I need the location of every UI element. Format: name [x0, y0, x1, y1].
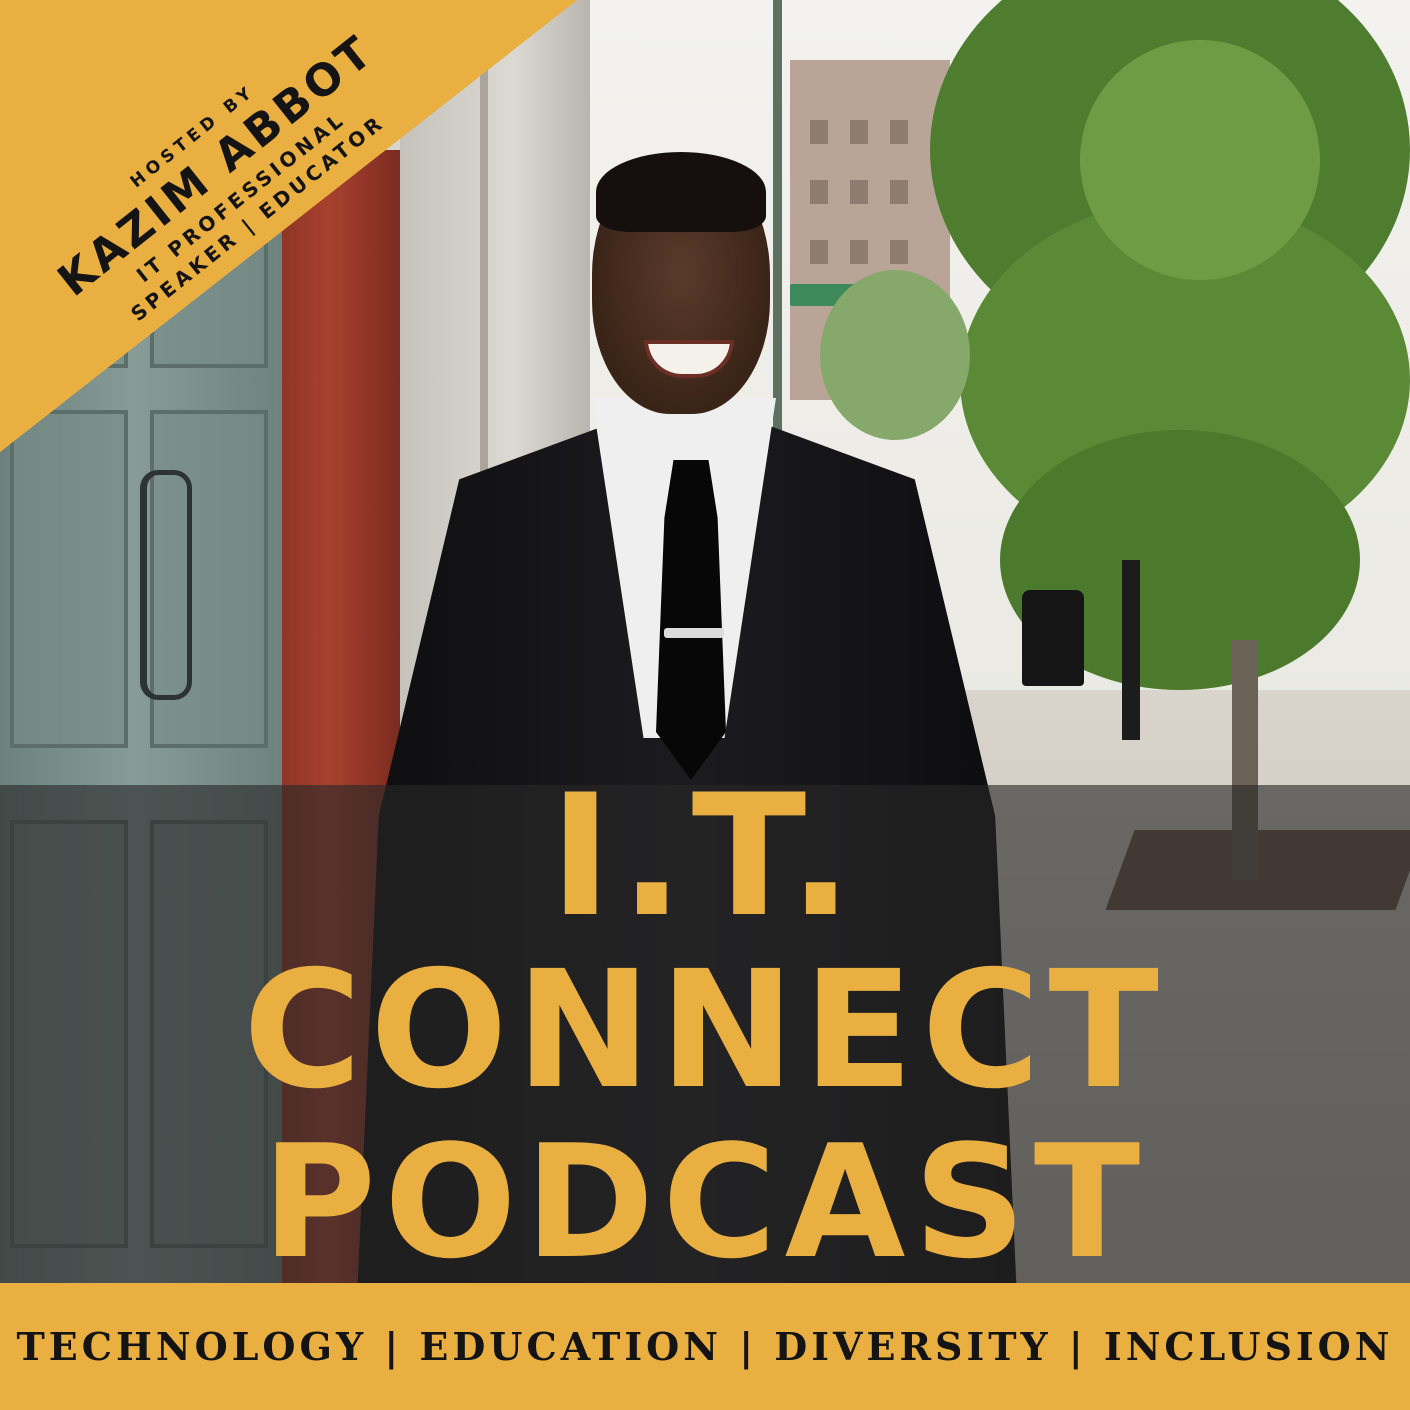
hair	[596, 152, 766, 232]
tagline: TECHNOLOGY | EDUCATION | DIVERSITY | INC…	[16, 1324, 1394, 1369]
necktie	[656, 460, 726, 780]
title-line-it: I.T.	[549, 758, 861, 954]
footer-bar: TECHNOLOGY | EDUCATION | DIVERSITY | INC…	[0, 1283, 1410, 1410]
title-line-podcast: PODCAST	[261, 1111, 1149, 1293]
tie-clip	[664, 628, 724, 638]
title-line-connect: CONNECT	[243, 937, 1167, 1125]
